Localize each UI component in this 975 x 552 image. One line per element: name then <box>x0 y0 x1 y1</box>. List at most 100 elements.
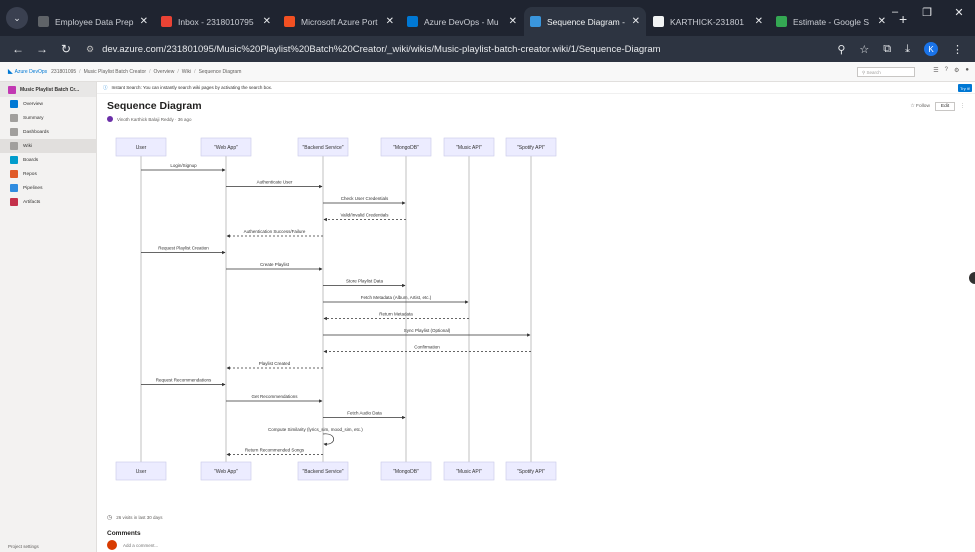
breadcrumb-item[interactable]: Overview <box>153 69 174 75</box>
sidebar-item-summary[interactable]: Summary <box>0 111 96 125</box>
breadcrumb-item[interactable]: Sequence Diagram <box>199 69 242 75</box>
breadcrumb-separator: / <box>149 68 151 75</box>
tab-search-icon[interactable]: ⌄ <box>6 7 28 29</box>
follow-button[interactable]: ☆ Follow <box>910 104 930 109</box>
tab-favicon-icon <box>284 16 295 27</box>
sidebar-item-pipelines[interactable]: Pipelines <box>0 181 96 195</box>
message-label: Confirmation <box>414 345 440 350</box>
participant-label: "MongoDB" <box>393 469 419 475</box>
browser-tab[interactable]: KARTHICK-231801 ✕ <box>647 7 769 36</box>
info-icon: ⓘ <box>103 84 108 90</box>
project-selector[interactable]: Music Playlist Batch Cr... <box>0 82 96 97</box>
profile-avatar[interactable]: K <box>924 42 938 56</box>
reload-icon[interactable]: ↻ <box>56 42 76 56</box>
browser-menu-icon[interactable]: ⋮ <box>952 43 963 56</box>
browser-tab[interactable]: Microsoft Azure Port ✕ <box>278 7 400 36</box>
project-settings-link[interactable]: Project settings <box>8 544 39 549</box>
sidebar-item-label: Pipelines <box>23 185 43 191</box>
scroll-handle[interactable] <box>969 272 975 284</box>
sidebar-item-boards[interactable]: Boards <box>0 153 96 167</box>
user-settings-icon[interactable]: ⚙ <box>954 67 959 74</box>
author-text: Vinoth Karthick Balaji Reddy · 36 ago <box>117 116 192 122</box>
more-actions-icon[interactable]: ⋮ <box>960 104 965 109</box>
site-info-icon[interactable]: ⚙ <box>86 44 94 55</box>
commenter-avatar <box>107 540 117 550</box>
author-line: Vinoth Karthick Balaji Reddy · 36 ago <box>107 116 191 122</box>
participant-label: "Web App" <box>214 469 238 475</box>
message-label: Request Recommendations <box>156 378 212 383</box>
tab-close-icon[interactable]: ✕ <box>755 16 763 27</box>
breadcrumb-item[interactable]: Wiki <box>182 69 191 75</box>
project-icon <box>8 85 16 94</box>
views-text: 26 visits in last 30 days <box>116 515 163 520</box>
zoom-icon[interactable]: ⚲ <box>837 43 845 56</box>
message-label: Fetch Metadata (Album, Artist, etc.) <box>361 295 432 300</box>
try-it-button[interactable]: Try it! <box>958 84 972 92</box>
nav-list: Overview Summary Dashboards Wiki Boards Repos… <box>0 97 96 209</box>
tab-close-icon[interactable]: ✕ <box>632 16 640 27</box>
message-arrow <box>322 433 334 447</box>
breadcrumb-item[interactable]: Music Playlist Batch Creator <box>84 69 147 75</box>
message-label: Playlist Created <box>259 361 291 366</box>
settings-list-icon[interactable]: ☰ <box>933 67 938 74</box>
azure-devops-logo-icon[interactable]: ◣ <box>8 68 13 75</box>
browser-tab[interactable]: Estimate - Google S ✕ <box>770 7 892 36</box>
sidebar-item-wiki[interactable]: Wiki <box>0 139 96 153</box>
sidebar-item-label: Boards <box>23 157 39 163</box>
wiki-icon <box>10 142 18 150</box>
browser-tab[interactable]: Azure DevOps - Mu ✕ <box>401 7 523 36</box>
back-icon[interactable]: ← <box>8 42 28 56</box>
sidebar-item-label: Repos <box>23 171 37 177</box>
tab-title: Microsoft Azure Port <box>301 16 378 27</box>
tab-favicon-icon <box>530 16 541 27</box>
minimize-icon[interactable]: – <box>879 6 911 19</box>
pipelines-icon <box>10 184 18 192</box>
breadcrumb-item[interactable]: 231801095 <box>51 69 76 75</box>
sidebar-item-artifacts[interactable]: Artifacts <box>0 195 96 209</box>
dashboards-icon <box>10 128 18 136</box>
browser-tab[interactable]: Inbox - 2318010795 ✕ <box>155 7 277 36</box>
search-placeholder: Search <box>866 70 881 75</box>
participant-label: "Spotify API" <box>517 469 545 475</box>
message-label: Check User Credentials <box>341 196 389 201</box>
wiki-main: ⓘ Instant Search: You can instantly sear… <box>97 82 975 552</box>
message-label: Authenticate User <box>257 180 293 185</box>
download-icon[interactable]: ⤓ <box>905 43 910 56</box>
url-text: dev.azure.com/231801095/Music%20Playlist… <box>102 43 661 55</box>
search-input[interactable]: ⚲ Search <box>857 67 915 77</box>
tab-close-icon[interactable]: ✕ <box>140 16 148 27</box>
browser-tab[interactable]: Employee Data Prep ✕ <box>32 7 154 36</box>
tab-close-icon[interactable]: ✕ <box>509 16 517 27</box>
comment-box <box>107 540 283 550</box>
tab-favicon-icon <box>161 16 172 27</box>
close-window-icon[interactable]: ✕ <box>943 6 975 19</box>
tab-close-icon[interactable]: ✕ <box>386 16 394 27</box>
extensions-icon[interactable]: ⧉ <box>883 43 891 56</box>
sequence-diagram: User User "Web App" "Web App" "Backend Servi… <box>115 137 557 481</box>
follow-label: Follow <box>916 104 930 109</box>
ado-brand[interactable]: Azure DevOps <box>15 69 48 75</box>
edit-button[interactable]: Edit <box>934 102 956 111</box>
bookmark-star-icon[interactable]: ☆ <box>859 43 869 56</box>
forward-icon[interactable]: → <box>32 42 52 56</box>
tab-favicon-icon <box>776 16 787 27</box>
account-icon[interactable]: ● <box>965 67 969 74</box>
sidebar-item-dashboards[interactable]: Dashboards <box>0 125 96 139</box>
breadcrumb-separator: / <box>177 68 179 75</box>
comment-input[interactable] <box>123 541 283 549</box>
help-icon[interactable]: ? <box>945 67 948 74</box>
breadcrumb-separator: / <box>79 68 81 75</box>
url-field[interactable]: ⚙ dev.azure.com/231801095/Music%20Playli… <box>86 39 837 59</box>
message-label: Create Playlist <box>260 262 290 267</box>
browser-tab[interactable]: Sequence Diagram - ✕ <box>524 7 646 36</box>
message-label: Login/Signup <box>170 163 197 168</box>
sidebar-item-overview[interactable]: Overview <box>0 97 96 111</box>
message-label: Store Playlist Data <box>346 279 384 284</box>
tab-title: Azure DevOps - Mu <box>424 16 499 27</box>
breadcrumb-separator: / <box>194 68 196 75</box>
sidebar-item-repos[interactable]: Repos <box>0 167 96 181</box>
overview-icon <box>10 100 18 108</box>
tab-close-icon[interactable]: ✕ <box>263 16 271 27</box>
participant-label: "Backend Service" <box>302 469 343 475</box>
restore-icon[interactable]: ❐ <box>911 6 943 19</box>
